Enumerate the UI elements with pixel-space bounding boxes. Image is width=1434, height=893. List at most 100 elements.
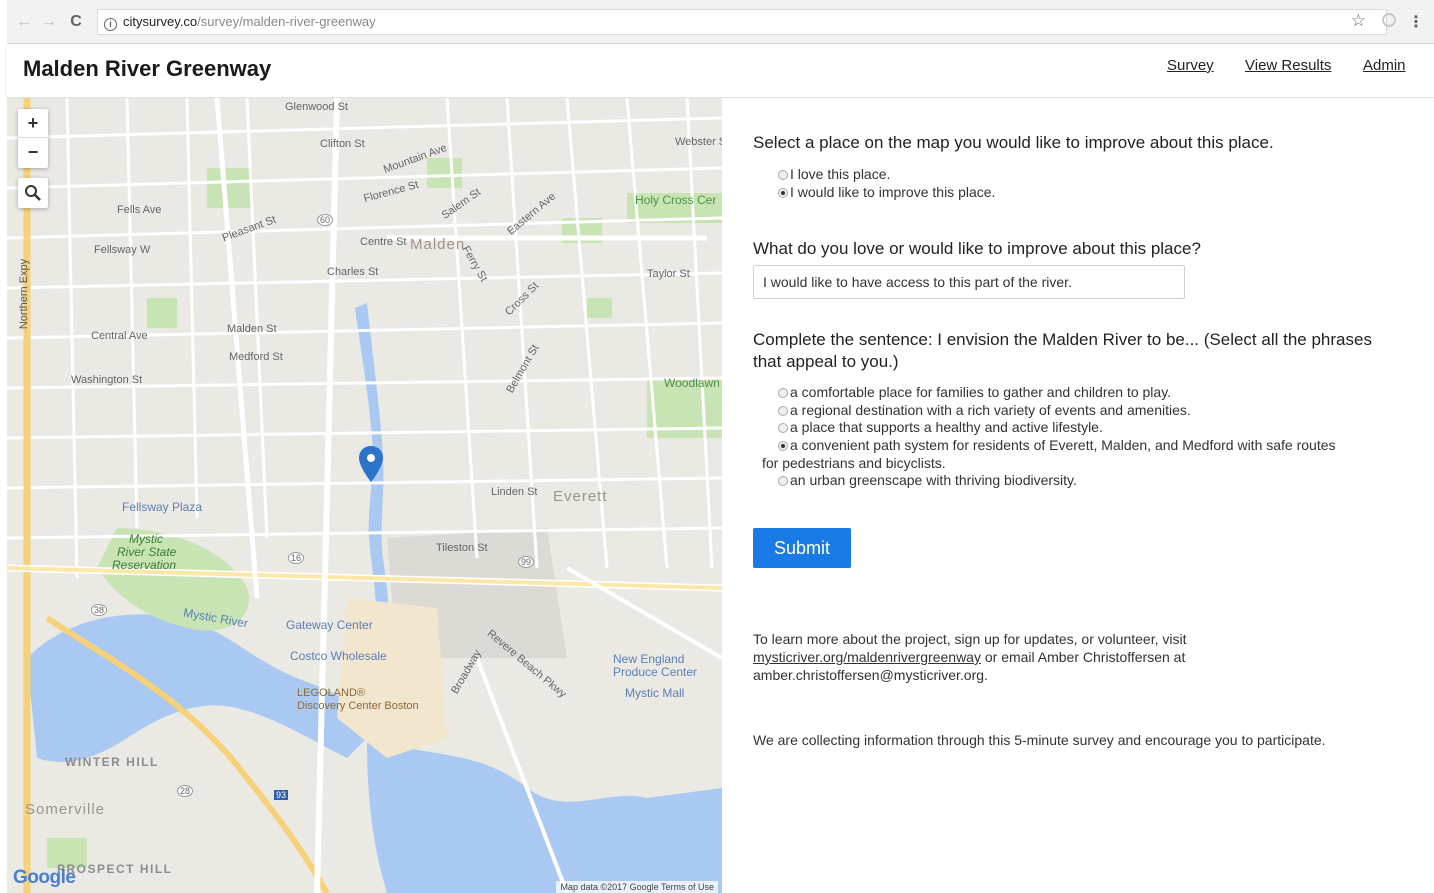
site-header: Malden River Greenway Survey View Result… (7, 44, 1434, 98)
map-label-new-england-2: Produce Center (613, 665, 698, 679)
route-16-icon: 16 (288, 552, 305, 564)
checkbox[interactable] (778, 406, 788, 416)
map[interactable]: Malden Everett Holy Cross Cer Woodlawn F… (7, 98, 722, 893)
route-38-icon: 38 (91, 604, 108, 616)
option-label: a convenient path system for residents o… (790, 437, 1336, 453)
extension-icon[interactable] (1382, 13, 1396, 27)
map-label-mystic-park-3: Reservation (112, 558, 177, 572)
map-label-taylor-st: Taylor St (647, 268, 690, 280)
info-line-2: mysticriver.org/maldenrivergreenway or e… (753, 648, 1185, 666)
q3-option-path-system[interactable]: a convenient path system for residents o… (778, 437, 1336, 454)
option-label: a place that supports a healthy and acti… (790, 419, 1103, 435)
back-arrow-icon[interactable]: ← (15, 12, 33, 32)
info-email-prefix: or email Amber Christoffersen at (980, 649, 1186, 665)
map-label-central-ave: Central Ave (91, 330, 148, 342)
option-label: an urban greenscape with thriving biodiv… (790, 472, 1077, 488)
option-label: a comfortable place for families to gath… (790, 384, 1172, 400)
radio-button-selected[interactable] (778, 188, 788, 198)
map-label-somerville: Somerville (25, 801, 106, 818)
q3-option-families[interactable]: a comfortable place for families to gath… (778, 384, 1171, 401)
map-label-everett: Everett (553, 488, 608, 505)
map-label-mystic-park-2: River State (117, 545, 177, 559)
park-3 (427, 158, 462, 188)
page-title: Malden River Greenway (23, 56, 272, 81)
map-label-charles-st: Charles St (327, 266, 379, 278)
map-label-new-england-1: New England (613, 652, 685, 666)
route-99-icon: 99 (518, 556, 535, 568)
map-label-webster-st: Webster St (675, 136, 722, 148)
map-label-northern-expy: Northern Expy (18, 258, 31, 330)
map-label-centre-st: Centre St (360, 236, 407, 248)
map-label-medford-st: Medford St (229, 351, 283, 363)
checkbox-checked[interactable] (778, 441, 788, 451)
bookmark-star-icon[interactable]: ☆ (1351, 11, 1366, 31)
search-icon (25, 185, 41, 201)
q3-option-greenscape[interactable]: an urban greenscape with thriving biodiv… (778, 472, 1077, 489)
map-label-fells-ave: Fells Ave (117, 204, 162, 216)
map-label-clifton-st: Clifton St (320, 138, 365, 150)
url-path: /survey/malden-river-greenway (197, 14, 376, 29)
q3-option-healthy[interactable]: a place that supports a healthy and acti… (778, 419, 1103, 436)
park-6 (587, 298, 612, 318)
survey-form: Select a place on the map you would like… (722, 98, 1434, 893)
reload-icon[interactable]: C (67, 12, 85, 32)
map-label-washington-st: Washington St (71, 374, 143, 386)
info-email: amber.christoffersen@mysticriver.org. (753, 667, 988, 683)
checkbox[interactable] (778, 388, 788, 398)
checkbox[interactable] (778, 423, 788, 433)
map-label-legoland-1: LEGOLAND® (297, 687, 366, 699)
map-label-winter-hill: WINTER HILL (65, 755, 159, 769)
map-label-holy-cross: Holy Cross Cer (635, 193, 717, 207)
address-bar[interactable]: i citysurvey.co/survey/malden-river-green… (97, 9, 1387, 35)
checkbox[interactable] (778, 476, 788, 486)
nav-admin-link[interactable]: Admin (1363, 57, 1406, 74)
map-label-costco: Costco Wholesale (290, 649, 387, 663)
park-1 (207, 168, 252, 208)
map-attribution[interactable]: Map data ©2017 Google Terms of Use (556, 881, 718, 893)
radio-button[interactable] (778, 170, 788, 180)
map-label-gateway-center: Gateway Center (286, 618, 373, 632)
info-line-participate: We are collecting information through th… (753, 732, 1326, 748)
mysticriver-link[interactable]: mysticriver.org/maldenrivergreenway (753, 649, 981, 665)
nav-survey-link[interactable]: Survey (1167, 57, 1214, 74)
q1-option-love[interactable]: I love this place. (778, 166, 890, 183)
q3-option-destination[interactable]: a regional destination with a rich varie… (778, 402, 1191, 419)
zoom-out-button[interactable]: − (18, 138, 48, 167)
option-label: I love this place. (790, 166, 891, 182)
major-roads (7, 98, 722, 893)
map-label-glenwood-st: Glenwood St (285, 101, 348, 113)
google-logo: Google (13, 867, 76, 888)
map-label-malden: Malden (410, 236, 466, 253)
url-host: citysurvey.co (123, 14, 198, 29)
zoom-in-button[interactable]: + (18, 109, 48, 138)
question-1-text: Select a place on the map you would like… (753, 133, 1274, 152)
q1-option-improve[interactable]: I would like to improve this place. (778, 184, 995, 201)
map-label-legoland-2: Discovery Center Boston (297, 700, 419, 712)
map-label-linden-st: Linden St (491, 486, 538, 498)
improve-text-field[interactable] (753, 265, 1185, 299)
nav-view-results-link[interactable]: View Results (1245, 57, 1331, 74)
map-label-woodlawn: Woodlawn (664, 376, 720, 390)
option-label: I would like to improve this place. (790, 184, 996, 200)
map-label-fellsway-plaza: Fellsway Plaza (122, 500, 203, 514)
map-label-malden-st: Malden St (227, 323, 277, 335)
browser-toolbar: ← → C i citysurvey.co/survey/malden-river… (7, 0, 1434, 44)
option-label: a regional destination with a rich varie… (790, 402, 1191, 418)
q3-option-path-system-cont: for pedestrians and bicyclists. (762, 455, 946, 471)
browser-menu-icon[interactable]: ⋮ (1408, 12, 1424, 32)
info-icon[interactable]: i (104, 18, 117, 31)
map-search-button[interactable] (18, 178, 48, 208)
map-label-fellsway-w: Fellsway W (94, 244, 151, 256)
zoom-control: + − (18, 109, 48, 168)
info-line-1: To learn more about the project, sign up… (753, 631, 1187, 647)
park-2 (147, 298, 177, 328)
question-3-text: Complete the sentence: I envision the Ma… (753, 330, 1372, 371)
route-28-icon: 28 (177, 785, 194, 797)
map-label-tileston-st: Tileston St (436, 542, 488, 554)
forward-arrow-icon[interactable]: → (40, 12, 58, 32)
question-2-text: What do you love or would like to improv… (753, 239, 1201, 258)
submit-button[interactable]: Submit (753, 528, 851, 568)
route-93-icon: 93 (274, 790, 289, 800)
map-label-mystic-mall: Mystic Mall (625, 686, 685, 700)
map-canvas (7, 98, 722, 893)
